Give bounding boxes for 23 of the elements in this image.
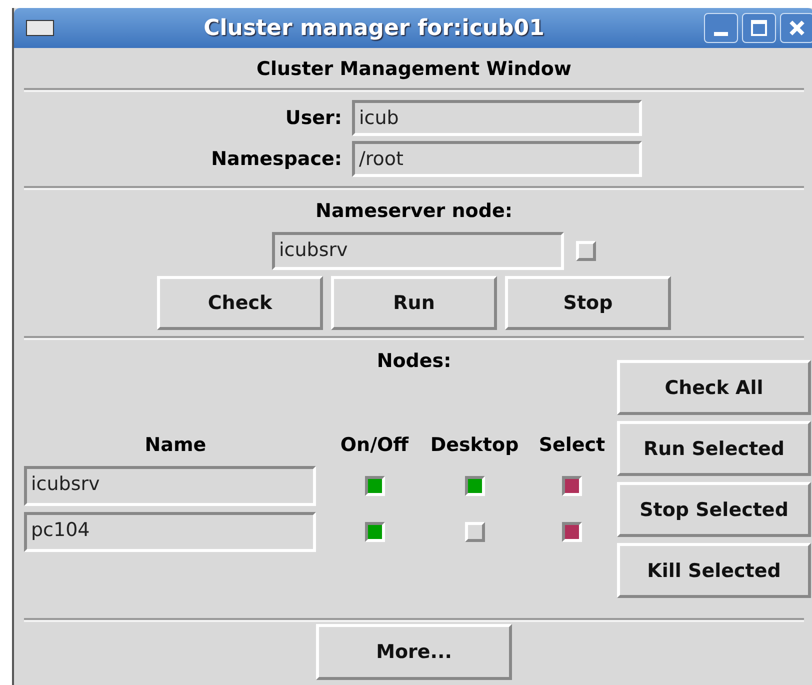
check-button[interactable]: Check [157, 276, 323, 330]
nodes-label: Nodes: [376, 349, 452, 374]
window-heading: Cluster Management Window [256, 57, 572, 82]
stop-selected-button[interactable]: Stop Selected [617, 482, 811, 537]
namespace-field[interactable]: /root [352, 141, 642, 177]
window-title: Cluster manager for:icub01 [202, 16, 546, 40]
node-name-field[interactable]: pc104 [24, 512, 316, 552]
kill-selected-button[interactable]: Kill Selected [617, 543, 811, 598]
column-header: Select [538, 434, 606, 456]
run-selected-button[interactable]: Run Selected [617, 421, 811, 476]
nameserver-field[interactable]: icubsrv [272, 232, 564, 270]
column-header: Desktop [429, 434, 520, 456]
run-button[interactable]: Run [331, 276, 497, 330]
column-header: On/Off [339, 434, 410, 456]
node-name-field[interactable]: icubsrv [24, 466, 316, 506]
user-label: User: [284, 107, 343, 129]
stop-button[interactable]: Stop [505, 276, 671, 330]
namespace-label: Namespace: [210, 148, 343, 170]
more-button[interactable]: More... [316, 624, 512, 680]
column-header: Name [144, 434, 208, 456]
check-all-button[interactable]: Check All [617, 360, 811, 415]
nameserver-label: Nameserver node: [316, 199, 512, 224]
user-field[interactable]: icub [352, 100, 642, 136]
